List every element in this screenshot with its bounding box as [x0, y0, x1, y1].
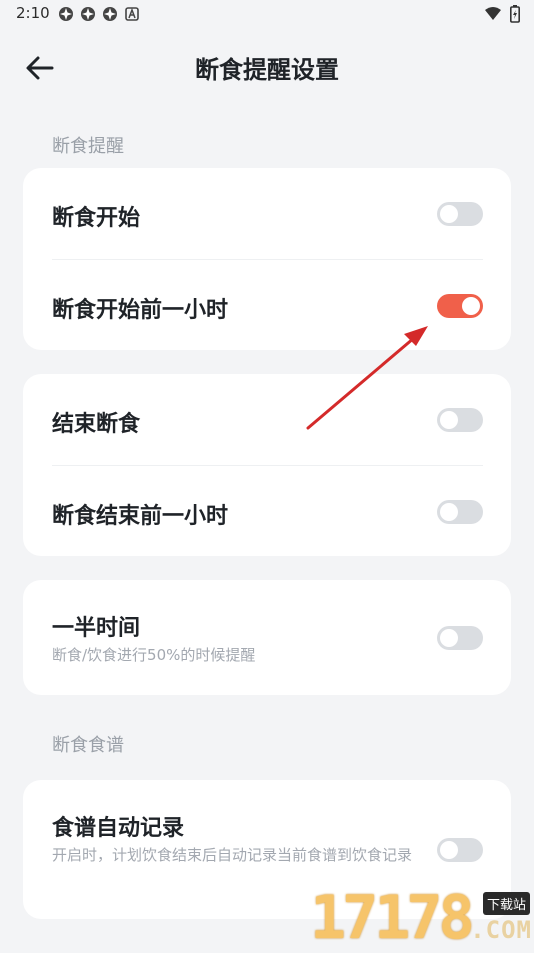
toggle-knob — [440, 205, 458, 223]
halfway-card: 一半时间 断食/饮食进行50%的时候提醒 — [23, 580, 511, 695]
app-notification-icon — [102, 6, 118, 22]
status-bar: 2:10 — [0, 0, 534, 28]
app-header: 断食提醒设置 — [0, 34, 534, 100]
battery-icon — [510, 5, 520, 27]
setting-title: 断食开始前一小时 — [52, 298, 229, 323]
watermark-digits: 17178 — [310, 883, 475, 953]
app-notification-icon — [80, 6, 96, 22]
a-notification-icon — [124, 6, 140, 22]
setting-row-one-hour-before-start[interactable]: 断食开始前一小时 — [23, 260, 511, 350]
setting-title: 断食结束前一小时 — [52, 504, 229, 529]
fasting-end-card: 结束断食 断食结束前一小时 — [23, 374, 511, 556]
toggle-knob — [440, 841, 458, 859]
status-right — [484, 5, 520, 27]
setting-row-end-fasting[interactable]: 结束断食 — [23, 374, 511, 465]
fasting-start-card: 断食开始 断食开始前一小时 — [23, 168, 511, 350]
wifi-icon — [484, 6, 502, 26]
one-hour-before-start-toggle[interactable] — [437, 294, 483, 318]
toggle-knob — [440, 629, 458, 647]
notification-icons — [58, 6, 140, 22]
end-fasting-toggle[interactable] — [437, 408, 483, 432]
page-title: 断食提醒设置 — [195, 56, 339, 84]
recipe-auto-record-toggle[interactable] — [437, 838, 483, 862]
setting-row-halfway[interactable]: 一半时间 断食/饮食进行50%的时候提醒 — [23, 580, 511, 695]
setting-row-one-hour-before-end[interactable]: 断食结束前一小时 — [23, 466, 511, 556]
watermark-domain: .COM — [470, 916, 532, 944]
site-watermark-logo: 17178 下载站 .COM — [308, 886, 534, 950]
setting-title: 断食开始 — [52, 206, 141, 231]
setting-row-fasting-start[interactable]: 断食开始 — [23, 168, 511, 259]
toggle-knob — [440, 411, 458, 429]
app-notification-icon — [58, 6, 74, 22]
status-time: 2:10 — [16, 4, 50, 22]
fasting-start-toggle[interactable] — [437, 202, 483, 226]
setting-title: 一半时间 — [52, 616, 141, 641]
toggle-knob — [462, 297, 480, 315]
setting-title: 结束断食 — [52, 412, 141, 437]
setting-subtitle: 开启时，计划饮食结束后自动记录当前食谱到饮食记录 — [52, 846, 413, 864]
section-label-fasting-reminder: 断食提醒 — [52, 136, 124, 157]
section-label-fasting-recipe: 断食食谱 — [52, 735, 124, 756]
halfway-toggle[interactable] — [437, 626, 483, 650]
setting-title: 食谱自动记录 — [52, 816, 185, 841]
one-hour-before-end-toggle[interactable] — [437, 500, 483, 524]
setting-subtitle: 断食/饮食进行50%的时候提醒 — [52, 646, 256, 664]
watermark-badge: 下载站 — [482, 892, 530, 915]
toggle-knob — [440, 503, 458, 521]
